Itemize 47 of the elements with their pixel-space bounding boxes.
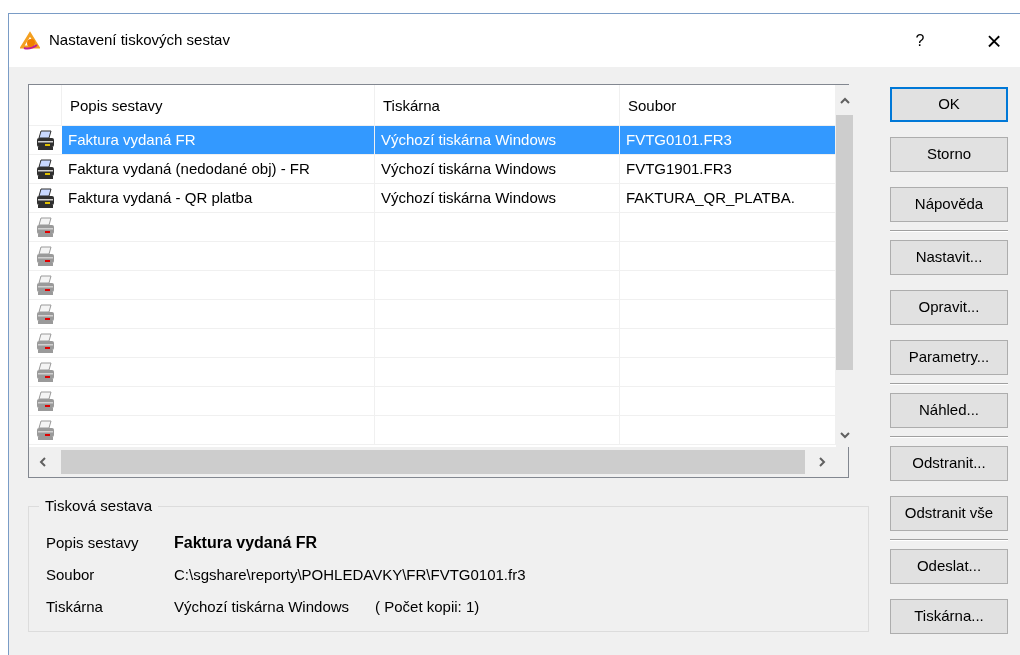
dialog-button[interactable]: OK — [890, 87, 1008, 122]
printer-icon — [35, 361, 56, 383]
printer-icon — [35, 303, 56, 325]
column-header[interactable]: Popis sestavy — [62, 85, 375, 125]
horizontal-scrollbar[interactable] — [29, 447, 848, 477]
printer-icon — [35, 332, 56, 354]
table-cell[interactable]: Výchozí tiskárna Windows — [375, 155, 620, 183]
printer-icon — [35, 129, 56, 151]
printer-icon — [35, 245, 56, 267]
column-header[interactable]: Tiskárna — [375, 85, 620, 125]
close-button[interactable]: × — [982, 27, 1006, 54]
printer-icon — [35, 390, 56, 412]
table-cell[interactable]: Výchozí tiskárna Windows — [375, 184, 620, 212]
dialog-button[interactable]: Odeslat... — [890, 549, 1008, 584]
dialog-button[interactable]: Odstranit vše — [890, 496, 1008, 531]
printer-icon — [35, 216, 56, 238]
help-button[interactable]: ? — [908, 28, 932, 53]
table-cell[interactable]: Faktura vydaná (nedodané obj) - FR — [62, 155, 375, 183]
printer-icon — [35, 158, 56, 180]
window-title: Nastavení tiskových sestav — [49, 30, 230, 51]
dialog-button[interactable]: Nápověda — [890, 187, 1008, 222]
field-value: Výchozí tiskárna Windows — [174, 596, 350, 617]
scrollbar-thumb[interactable] — [61, 450, 805, 474]
dialog-button[interactable]: Náhled... — [890, 393, 1008, 428]
app-logo-icon — [20, 30, 40, 51]
field-value: C:\sgshare\reporty\POHLEDAVKY\FR\FVTG0101.fr3 — [174, 564, 526, 585]
dialog-button[interactable]: Storno — [890, 137, 1008, 172]
table-cell[interactable]: Faktura vydaná - QR platba — [62, 184, 375, 212]
vertical-scrollbar[interactable] — [836, 85, 853, 447]
scroll-right-icon[interactable] — [818, 457, 826, 467]
printer-icon — [35, 187, 56, 209]
dialog-button[interactable]: Odstranit... — [890, 446, 1008, 481]
copies-note: ( Počet kopii: 1) — [375, 596, 480, 617]
dialog-button[interactable]: Tiskárna... — [890, 599, 1008, 634]
field-label: Tiskárna — [46, 596, 104, 617]
scroll-up-icon[interactable] — [839, 97, 850, 105]
field-label: Soubor — [46, 564, 96, 585]
scroll-down-icon[interactable] — [839, 431, 850, 439]
printer-icon — [35, 274, 56, 296]
scroll-left-icon[interactable] — [39, 457, 47, 467]
dialog-button[interactable]: Opravit... — [890, 290, 1008, 325]
field-value: Faktura vydaná FR — [174, 533, 318, 553]
field-label: Popis sestavy — [46, 532, 140, 553]
dialog-button[interactable]: Parametry... — [890, 340, 1008, 375]
dialog-button[interactable]: Nastavit... — [890, 240, 1008, 275]
printer-icon — [35, 419, 56, 441]
scrollbar-thumb[interactable] — [836, 115, 853, 370]
